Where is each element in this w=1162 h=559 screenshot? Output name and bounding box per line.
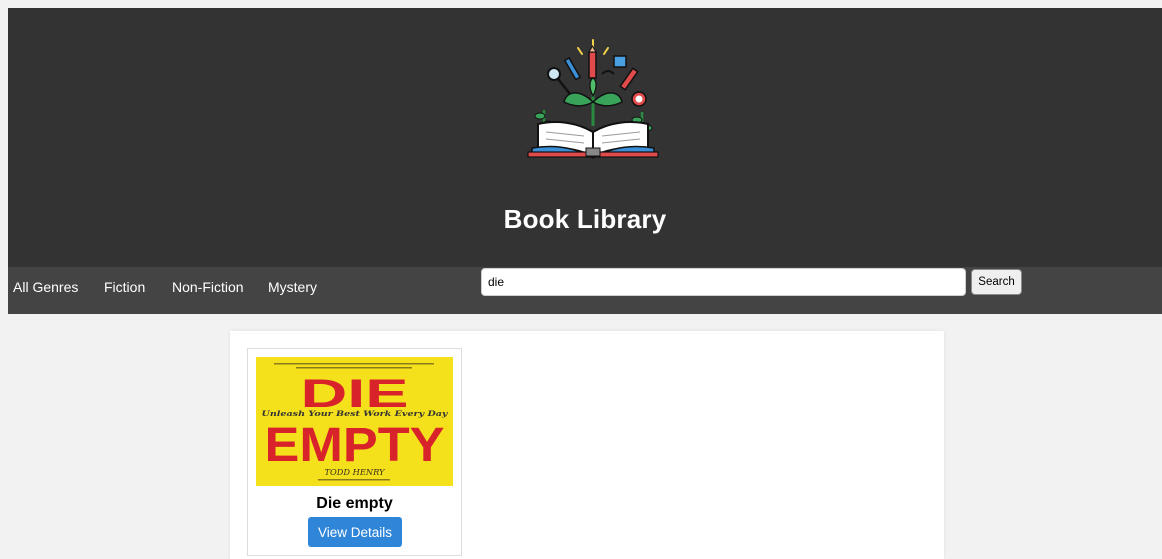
book-card: DIE Unleash Your Best Work Every Day EMP… bbox=[247, 348, 462, 556]
site-title: Book Library bbox=[503, 204, 667, 234]
book-title: Die empty bbox=[316, 495, 393, 512]
search-input[interactable] bbox=[481, 268, 966, 296]
book-plant-logo-icon bbox=[527, 39, 659, 159]
cover-tagline: Unleash Your Best Work Every Day bbox=[262, 409, 449, 418]
site-header: Book Library bbox=[8, 8, 1162, 267]
book-cover-image[interactable]: DIE Unleash Your Best Work Every Day EMP… bbox=[256, 357, 453, 486]
cover-title-word-2: EMPTY bbox=[265, 419, 445, 472]
page: Book Library All Genres Fiction Non-Fict… bbox=[0, 0, 1162, 559]
results-panel: DIE Unleash Your Best Work Every Day EMP… bbox=[230, 331, 944, 559]
cover-author: TODD HENRY bbox=[325, 468, 386, 478]
search-button[interactable]: Search bbox=[971, 269, 1022, 295]
nav-link-mystery[interactable]: Mystery bbox=[268, 279, 317, 295]
nav-bar: All Genres Fiction Non-Fiction Mystery S… bbox=[8, 267, 1162, 314]
view-details-button[interactable]: View Details bbox=[308, 517, 402, 547]
nav-link-fiction[interactable]: Fiction bbox=[104, 279, 145, 295]
nav-link-non-fiction[interactable]: Non-Fiction bbox=[172, 279, 244, 295]
nav-link-all-genres[interactable]: All Genres bbox=[13, 279, 78, 295]
